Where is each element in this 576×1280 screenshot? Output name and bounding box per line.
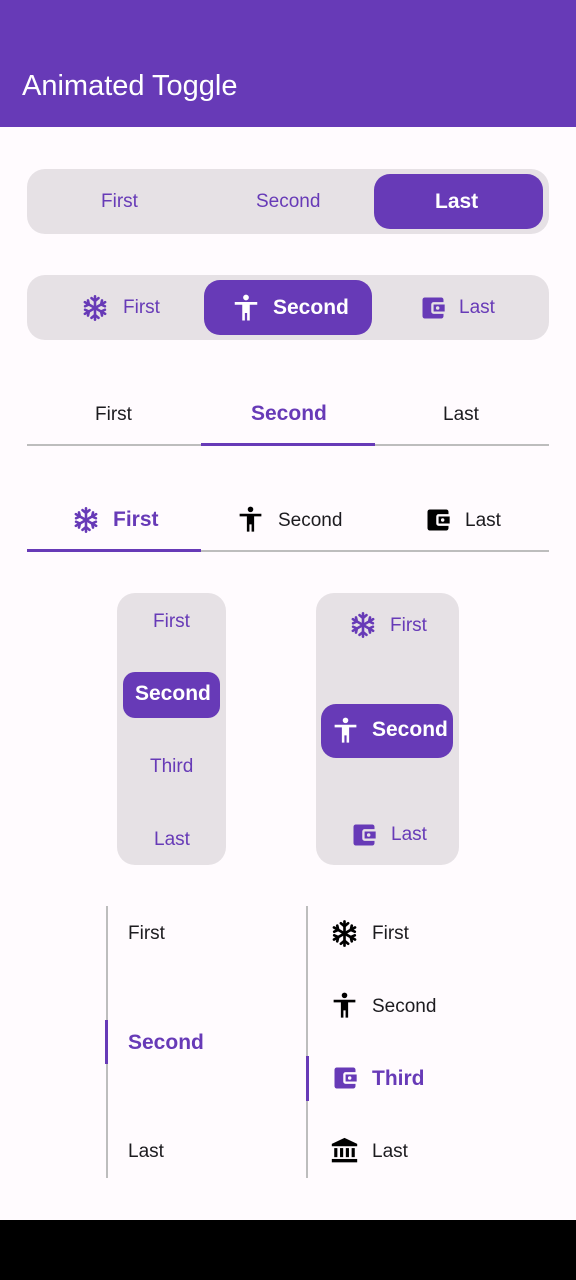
toggle-option-last[interactable]: Last bbox=[391, 825, 427, 844]
snowflake-icon bbox=[83, 295, 107, 321]
tab-first[interactable]: First bbox=[113, 509, 159, 530]
vertical-tab-divider bbox=[306, 906, 308, 1178]
toggle-option-third[interactable]: Third bbox=[150, 757, 193, 776]
toggle-option-first[interactable]: First bbox=[123, 298, 160, 317]
tab-last[interactable]: Last bbox=[443, 405, 479, 424]
snowflake-icon bbox=[332, 920, 357, 947]
bank-icon bbox=[331, 1137, 358, 1163]
vertical-tab-second[interactable]: Second bbox=[128, 1032, 204, 1053]
vertical-tab-last[interactable]: Last bbox=[128, 1142, 164, 1161]
wallet-icon bbox=[422, 297, 445, 319]
toggle-option-second[interactable]: Second bbox=[372, 719, 448, 740]
vertical-tab-last[interactable]: Last bbox=[372, 1142, 408, 1161]
vertical-tab-first[interactable]: First bbox=[128, 924, 165, 943]
toggle-option-second[interactable]: Second bbox=[273, 297, 349, 318]
app-bar bbox=[0, 0, 576, 127]
tab-selected-indicator bbox=[105, 1020, 108, 1064]
system-navigation-bar bbox=[0, 1220, 576, 1280]
accessibility-icon bbox=[234, 294, 258, 321]
toggle-option-first[interactable]: First bbox=[153, 612, 190, 631]
tab-selected-indicator bbox=[306, 1056, 309, 1101]
toggle-option-last[interactable]: Last bbox=[154, 830, 190, 849]
toggle-option-second[interactable]: Second bbox=[256, 192, 320, 211]
vertical-tab-third[interactable]: Third bbox=[372, 1068, 425, 1089]
tab-second[interactable]: Second bbox=[251, 403, 327, 424]
tab-selected-indicator bbox=[201, 443, 375, 446]
toggle-option-second[interactable]: Second bbox=[135, 683, 211, 704]
accessibility-icon bbox=[334, 717, 357, 743]
vertical-tab-first[interactable]: First bbox=[372, 924, 409, 943]
tab-first[interactable]: First bbox=[95, 405, 132, 424]
wallet-icon bbox=[334, 1067, 357, 1089]
toggle-option-last[interactable]: Last bbox=[435, 191, 478, 212]
wallet-icon bbox=[353, 824, 376, 846]
tab-second[interactable]: Second bbox=[278, 511, 342, 530]
app-title: Animated Toggle bbox=[22, 70, 238, 102]
accessibility-icon bbox=[333, 992, 356, 1018]
vertical-text-toggle bbox=[117, 593, 226, 865]
toggle-option-first[interactable]: First bbox=[390, 616, 427, 635]
tab-last[interactable]: Last bbox=[465, 511, 501, 530]
toggle-option-first[interactable]: First bbox=[101, 192, 138, 211]
accessibility-icon bbox=[239, 506, 262, 532]
toggle-option-last[interactable]: Last bbox=[459, 298, 495, 317]
tab-selected-indicator bbox=[27, 549, 201, 552]
wallet-icon bbox=[427, 509, 450, 531]
vertical-tab-second[interactable]: Second bbox=[372, 997, 436, 1016]
snowflake-icon bbox=[351, 612, 375, 638]
snowflake-icon bbox=[74, 507, 98, 533]
